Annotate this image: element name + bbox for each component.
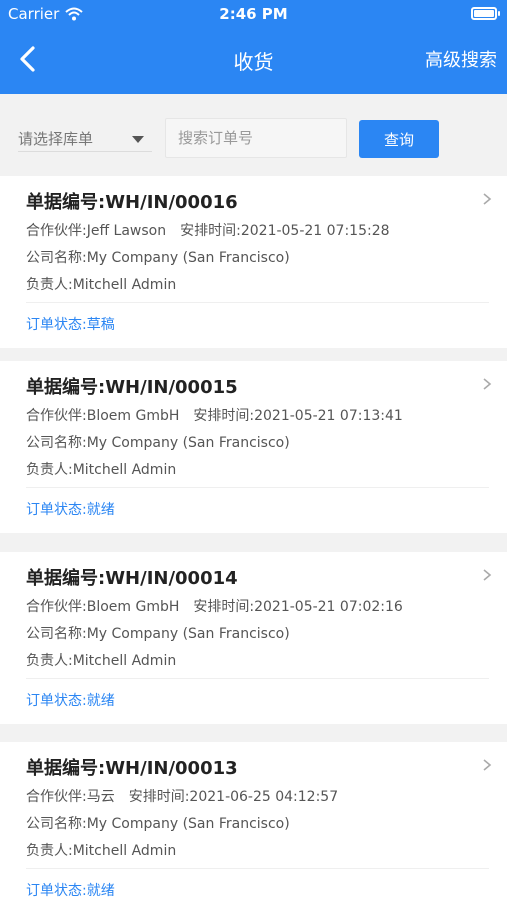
responsible-person: 负责人:Mitchell Admin [26,277,177,293]
company-name: 公司名称:My Company (San Francisco) [26,250,290,266]
company-name: 公司名称:My Company (San Francisco) [26,626,290,642]
order-number: 单据编号:WH/IN/00013 [26,758,238,779]
divider [26,868,489,869]
divider [26,302,489,303]
order-number: 单据编号:WH/IN/00015 [26,377,238,398]
partner: 合作伙伴:Jeff Lawson [26,223,167,239]
order-meta-row: 合作伙伴:Bloem GmbH 安排时间:2021-05-21 07:13:41 [26,405,403,425]
partner: 合作伙伴:马云 [26,789,115,805]
order-meta-row: 合作伙伴:Jeff Lawson 安排时间:2021-05-21 07:15:28 [26,220,390,240]
status-bar: Carrier 2:46 PM [0,0,507,28]
order-number: 单据编号:WH/IN/00014 [26,568,238,589]
order-meta-row: 合作伙伴:马云 安排时间:2021-06-25 04:12:57 [26,786,338,806]
caret-down-icon [132,136,144,143]
order-card[interactable]: 单据编号:WH/IN/00016 合作伙伴:Jeff Lawson 安排时间:20… [0,176,507,348]
responsible-person: 负责人:Mitchell Admin [26,653,177,669]
partner: 合作伙伴:Bloem GmbH [26,599,180,615]
company-name: 公司名称:My Company (San Francisco) [26,816,290,832]
responsible-person: 负责人:Mitchell Admin [26,843,177,859]
order-status: 订单状态:就绪 [26,502,115,518]
warehouse-select-placeholder: 请选择库单 [18,130,94,148]
order-card[interactable]: 单据编号:WH/IN/00013 合作伙伴:马云 安排时间:2021-06-25 … [0,742,507,900]
order-card[interactable]: 单据编号:WH/IN/00015 合作伙伴:Bloem GmbH 安排时间:202… [0,361,507,533]
order-status: 订单状态:就绪 [26,883,115,899]
status-time: 2:46 PM [219,5,288,23]
battery-icon [471,7,500,20]
scheduled-time: 安排时间:2021-06-25 04:12:57 [128,789,339,805]
query-button[interactable]: 查询 [359,120,439,158]
order-search-input[interactable] [165,118,347,158]
divider [26,487,489,488]
divider [26,678,489,679]
order-number: 单据编号:WH/IN/00016 [26,192,238,213]
chevron-right-icon [483,193,492,205]
order-status: 订单状态:草稿 [26,317,115,333]
warehouse-select[interactable]: 请选择库单 [18,120,152,152]
order-card[interactable]: 单据编号:WH/IN/00014 合作伙伴:Bloem GmbH 安排时间:202… [0,552,507,724]
scheduled-time: 安排时间:2021-05-21 07:13:41 [193,408,403,424]
scheduled-time: 安排时间:2021-05-21 07:02:16 [193,599,403,615]
order-status: 订单状态:就绪 [26,693,115,709]
responsible-person: 负责人:Mitchell Admin [26,462,177,478]
nav-bar: 收货 高级搜索 [0,30,507,90]
chevron-right-icon [483,378,492,390]
search-bar: 请选择库单 查询 [0,94,507,176]
chevron-right-icon [483,569,492,581]
app-header: Carrier 2:46 PM 收货 高级搜索 [0,0,507,94]
order-meta-row: 合作伙伴:Bloem GmbH 安排时间:2021-05-21 07:02:16 [26,596,403,616]
chevron-right-icon [483,759,492,771]
advanced-search-button[interactable]: 高级搜索 [425,46,497,72]
partner: 合作伙伴:Bloem GmbH [26,408,180,424]
scheduled-time: 安排时间:2021-05-21 07:15:28 [180,223,390,239]
company-name: 公司名称:My Company (San Francisco) [26,435,290,451]
